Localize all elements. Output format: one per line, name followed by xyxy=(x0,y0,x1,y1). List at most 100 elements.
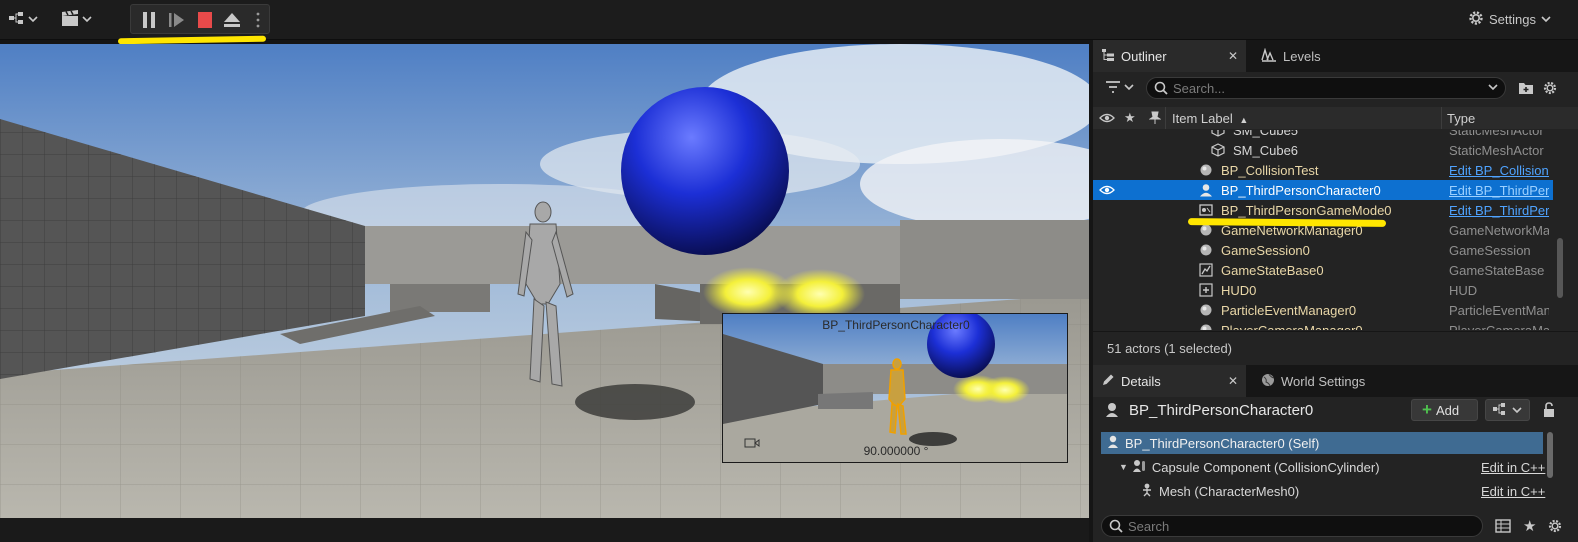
blueprint-options-button[interactable] xyxy=(1485,399,1530,421)
tab-details[interactable]: Details ✕ xyxy=(1093,365,1246,397)
outliner-row-label: SM_Cube5 xyxy=(1233,130,1299,138)
step-frame-icon[interactable] xyxy=(168,11,186,32)
column-item-label[interactable]: Item Label ▲ xyxy=(1172,111,1248,126)
outliner-row-label: ParticleEventManager0 xyxy=(1221,302,1357,318)
cinematics-dropdown-button[interactable] xyxy=(60,8,92,30)
outliner-scrollbar[interactable] xyxy=(1557,238,1563,298)
component-label: Capsule Component (CollisionCylinder) xyxy=(1151,459,1380,475)
details-search-input[interactable]: Search xyxy=(1101,515,1483,537)
more-options-icon[interactable] xyxy=(255,11,261,32)
star-icon[interactable]: ★ xyxy=(1124,110,1136,126)
table-view-icon[interactable] xyxy=(1495,519,1511,536)
edit-in-cpp-link[interactable]: Edit in C++ xyxy=(1481,460,1545,475)
edit-in-cpp-link[interactable]: Edit in C++ xyxy=(1481,484,1545,499)
outliner-row-label: BP_CollisionTest xyxy=(1221,162,1319,178)
plus-icon: + xyxy=(1422,400,1432,419)
world-settings-tab-label: World Settings xyxy=(1281,373,1366,389)
caret-down-icon: ▼ xyxy=(1119,462,1128,472)
main-toolbar: Settings xyxy=(0,0,1578,40)
play-controls-group xyxy=(130,4,270,34)
tab-outliner[interactable]: Outliner ✕ xyxy=(1093,40,1246,72)
component-label: Mesh (CharacterMesh0) xyxy=(1159,483,1300,499)
cube-icon xyxy=(1211,143,1225,157)
outliner-row[interactable]: BP_CollisionTest Edit BP_CollisionT xyxy=(1093,160,1553,180)
settings-button[interactable]: Settings xyxy=(1467,8,1551,30)
pawn-icon xyxy=(1105,402,1119,421)
eye-icon[interactable] xyxy=(1099,183,1115,197)
outliner-row[interactable]: SM_Cube5 StaticMeshActor xyxy=(1093,130,1553,140)
edit-blueprint-link[interactable]: Edit BP_ThirdPers xyxy=(1449,203,1549,218)
filter-button[interactable] xyxy=(1105,80,1135,99)
outliner-row[interactable]: SM_Cube6 StaticMeshActor xyxy=(1093,140,1553,160)
star-icon[interactable]: ★ xyxy=(1523,517,1536,535)
component-row-capsule[interactable]: ▼ Capsule Component (CollisionCylinder) xyxy=(1101,456,1543,478)
outliner-header: ★ Item Label ▲ Type xyxy=(1093,107,1578,129)
outliner-row-label: BP_ThirdPersonCharacter0 xyxy=(1221,182,1381,198)
edit-blueprint-link[interactable]: Edit BP_CollisionT xyxy=(1449,163,1549,178)
actor-icon xyxy=(1199,323,1213,330)
search-icon xyxy=(1154,81,1168,98)
chevron-down-icon xyxy=(82,12,92,27)
outliner-row-type: StaticMeshActor xyxy=(1449,130,1544,138)
lock-icon[interactable] xyxy=(1542,402,1556,421)
highlight-annotation xyxy=(117,35,267,45)
search-icon xyxy=(1109,519,1123,536)
cube-icon xyxy=(1211,130,1225,137)
gear-icon[interactable] xyxy=(1542,80,1558,99)
outliner-search-input[interactable]: Search... xyxy=(1146,77,1506,99)
edit-blueprint-link[interactable]: Edit BP_ThirdPers xyxy=(1449,183,1549,198)
outliner-row[interactable]: HUD0 HUD xyxy=(1093,280,1553,300)
hud-icon xyxy=(1199,283,1213,297)
gear-icon[interactable] xyxy=(1547,518,1563,537)
outliner-tab-label: Outliner xyxy=(1121,48,1167,64)
outliner-row[interactable]: GameStateBase0 GameStateBase xyxy=(1093,260,1553,280)
outliner-list: SM_Cube5 StaticMeshActor SM_Cube6 StaticMes… xyxy=(1093,130,1553,330)
outliner-row[interactable]: BP_ThirdPersonGameMode0 Edit BP_ThirdPers xyxy=(1093,200,1553,220)
chevron-down-icon xyxy=(28,12,38,27)
outliner-row[interactable]: ParticleEventManager0 ParticleEventMan xyxy=(1093,300,1553,320)
globe-icon xyxy=(1261,373,1275,390)
outliner-row[interactable]: PlayerCameraManager0 PlayerCameraMan xyxy=(1093,320,1553,330)
actor-count: 51 actors (1 selected) xyxy=(1107,341,1233,356)
gear-icon xyxy=(1467,9,1485,30)
outliner-row[interactable]: BP_ThirdPersonCharacter0 Edit BP_ThirdPer… xyxy=(1093,180,1553,200)
outliner-row-label: HUD0 xyxy=(1221,282,1257,298)
outliner-row-type: GameStateBase xyxy=(1449,262,1545,278)
component-label: BP_ThirdPersonCharacter0 (Self) xyxy=(1125,435,1320,451)
add-folder-icon[interactable] xyxy=(1518,81,1534,98)
outliner-row-label: GameSession0 xyxy=(1221,242,1310,258)
level-viewport[interactable]: BP_ThirdPersonCharacter0 90.000000 ° xyxy=(0,44,1089,518)
skeleton-icon xyxy=(1141,483,1153,500)
outliner-row[interactable]: GameSession0 GameSession xyxy=(1093,240,1553,260)
outliner-icon xyxy=(1101,48,1115,65)
outliner-row-label: GameStateBase0 xyxy=(1221,262,1324,278)
capsule-icon xyxy=(1132,459,1146,476)
tab-levels[interactable]: Levels xyxy=(1253,40,1363,72)
right-panel: Outliner ✕ Levels Search... ★ Item Label… xyxy=(1093,40,1578,542)
close-icon[interactable]: ✕ xyxy=(1228,49,1238,63)
pause-icon[interactable] xyxy=(141,11,157,32)
details-scrollbar[interactable] xyxy=(1547,432,1553,478)
component-row-self[interactable]: BP_ThirdPersonCharacter0 (Self) xyxy=(1101,432,1543,454)
pip-preview[interactable]: BP_ThirdPersonCharacter0 90.000000 ° xyxy=(722,313,1068,463)
eject-icon[interactable] xyxy=(222,11,242,32)
add-label: Add xyxy=(1435,402,1460,418)
tab-world-settings[interactable]: World Settings xyxy=(1253,365,1383,397)
outliner-row-type: PlayerCameraMan xyxy=(1449,322,1549,331)
viewport-bottom-bar xyxy=(0,518,1089,542)
outliner-row-type: StaticMeshActor xyxy=(1449,142,1544,158)
stop-icon[interactable] xyxy=(197,11,213,32)
column-type[interactable]: Type xyxy=(1447,111,1475,126)
outliner-row-type: ParticleEventMan xyxy=(1449,302,1549,318)
eye-icon[interactable] xyxy=(1099,111,1115,128)
levels-icon xyxy=(1261,47,1277,65)
pencil-icon xyxy=(1101,373,1115,390)
search-placeholder: Search xyxy=(1128,518,1170,534)
settings-label: Settings xyxy=(1489,11,1536,27)
search-placeholder: Search... xyxy=(1173,80,1226,96)
pin-icon[interactable] xyxy=(1148,111,1162,128)
add-component-button[interactable]: + Add xyxy=(1411,399,1478,421)
close-icon[interactable]: ✕ xyxy=(1228,374,1238,388)
component-row-mesh[interactable]: Mesh (CharacterMesh0) xyxy=(1101,480,1543,502)
layout-dropdown-button[interactable] xyxy=(8,8,38,30)
